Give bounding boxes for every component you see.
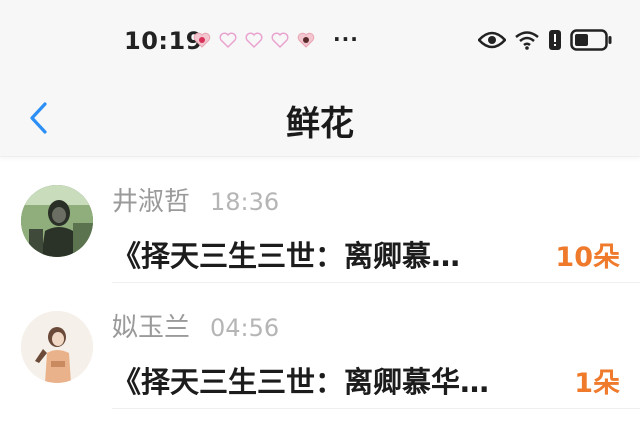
heart-icon [245,31,263,49]
avatar[interactable] [21,185,93,257]
list-item[interactable]: 姒玉兰 04:56 《择天三生三世：离卿慕华… 1朵 [0,283,640,409]
page-title: 鲜花 [286,104,354,144]
flower-count: 10朵 [555,242,620,273]
eye-icon [477,30,507,54]
heart-icon [219,31,237,49]
battery-icon [570,29,612,55]
message-text: 《择天三生三世：离卿慕华… [112,365,490,399]
notification-app-icon [297,31,315,49]
sender-line: 井淑哲 18:36 [112,181,279,218]
status-bar: 10:19 ··· [0,0,640,80]
alert-icon [548,29,562,55]
message-time: 04:56 [210,314,280,342]
flower-message-list: 井淑哲 18:36 《择天三生三世：离卿慕… 10朵 姒玉兰 04:56 《择天… [0,157,640,409]
message-time: 18:36 [210,188,280,216]
avatar[interactable] [21,311,93,383]
wifi-icon [514,30,540,54]
more-notifications-icon: ··· [333,27,359,51]
system-icons [477,29,612,55]
message-text: 《择天三生三世：离卿慕… [112,239,461,273]
heart-icon [271,31,289,49]
status-time: 10:19 [124,27,203,55]
nav-bar: 鲜花 [0,80,640,157]
notification-icons [193,31,315,49]
flower-count: 1朵 [574,368,620,399]
list-item[interactable]: 井淑哲 18:36 《择天三生三世：离卿慕… 10朵 [0,157,640,283]
sender-name: 姒玉兰 [112,313,191,343]
sender-line: 姒玉兰 04:56 [112,307,279,344]
sender-name: 井淑哲 [112,187,191,217]
notification-app-icon [193,31,211,49]
divider [112,408,640,409]
